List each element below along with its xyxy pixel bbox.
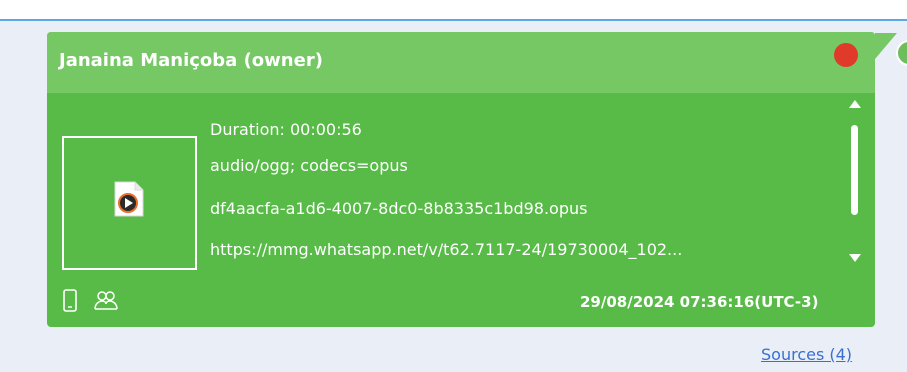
chat-panel: Janaina Maniçoba (owner) Duration: 00:00…	[0, 0, 907, 372]
scroll-down-arrow[interactable]	[849, 254, 861, 262]
message-timestamp: 29/08/2024 07:36:16(UTC-3)	[580, 293, 819, 311]
scroll-up-arrow[interactable]	[849, 100, 861, 108]
contacts-icon	[94, 291, 118, 310]
mime-type: audio/ogg; codecs=opus	[210, 156, 408, 175]
top-bar	[0, 0, 907, 19]
bubble-tail	[875, 33, 897, 59]
file-name: df4aacfa-a1d6-4007-8dc0-8b8335c1bd98.opu…	[210, 199, 588, 218]
audio-file-icon	[114, 181, 144, 217]
sender-name: Janaina Maniçoba (owner)	[59, 50, 323, 71]
status-dot	[834, 43, 858, 67]
top-divider	[0, 19, 907, 21]
sources-link[interactable]: Sources (4)	[761, 345, 852, 364]
scrollbar-thumb[interactable]	[851, 125, 858, 215]
avatar[interactable]	[896, 40, 907, 66]
message-header: Janaina Maniçoba (owner)	[47, 32, 875, 93]
media-url[interactable]: https://mmg.whatsapp.net/v/t62.7117-24/1…	[210, 240, 827, 259]
phone-icon	[63, 289, 77, 312]
audio-duration: Duration: 00:00:56	[210, 120, 362, 139]
